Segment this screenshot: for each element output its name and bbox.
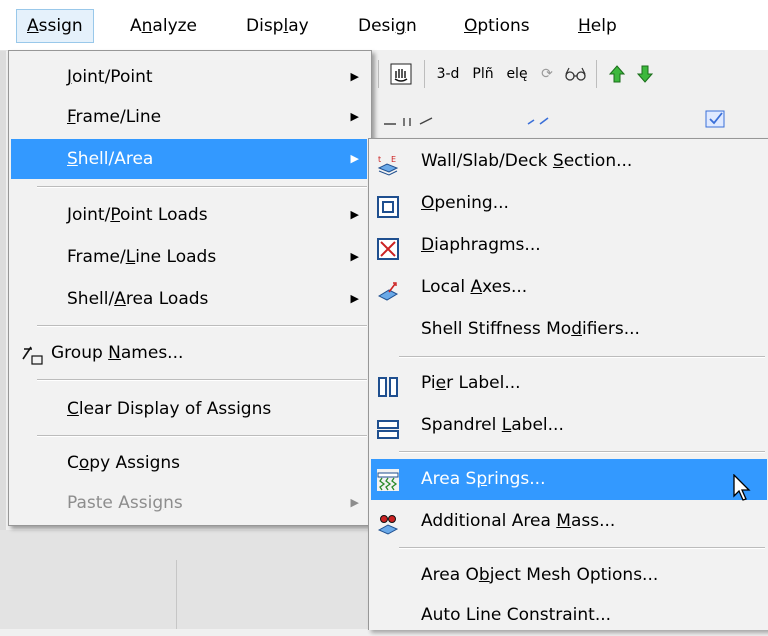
view-plan-button[interactable]: Plñ xyxy=(468,62,498,86)
pier-icon xyxy=(377,373,399,397)
view-elevation-button[interactable]: elę xyxy=(502,62,532,86)
assign-menu: Joint/Point ▶ Frame/Line ▶ Shell/Area ▶ … xyxy=(8,50,372,526)
toolbar-separator xyxy=(378,60,379,88)
shell-area-submenu: tE Wall/Slab/Deck Section... Opening... … xyxy=(368,138,768,630)
spandrel-icon xyxy=(377,415,399,439)
menu-separator xyxy=(37,379,367,381)
menu-item-joint-point[interactable]: Joint/Point ▶ xyxy=(11,57,367,97)
menu-display[interactable]: Display xyxy=(236,10,319,42)
toolbar-separator xyxy=(596,60,597,88)
menu-item-frame-line[interactable]: Frame/Line ▶ xyxy=(11,97,367,137)
menu-analyze[interactable]: Analyze xyxy=(120,10,207,42)
menu-item-group-names[interactable]: Group Names... xyxy=(11,333,367,373)
menu-design[interactable]: Design xyxy=(348,10,427,42)
submenu-arrow-icon: ▶ xyxy=(350,250,359,263)
mass-icon xyxy=(377,511,399,535)
submenu-arrow-icon: ▶ xyxy=(350,496,359,509)
menu-item-frame-line-loads[interactable]: Frame/Line Loads ▶ xyxy=(11,237,367,277)
svg-text:E: E xyxy=(391,155,396,164)
menu-item-wall-slab-deck-section[interactable]: tE Wall/Slab/Deck Section... xyxy=(371,141,767,182)
toolbar-separator xyxy=(424,60,425,88)
menu-item-shell-area[interactable]: Shell/Area ▶ xyxy=(11,139,367,179)
menu-item-area-object-mesh-options[interactable]: Area Object Mesh Options... xyxy=(371,555,767,596)
menu-assign[interactable]: Assign xyxy=(16,9,94,43)
menu-item-auto-line-constraint[interactable]: Auto Line Constraint... xyxy=(371,595,767,636)
menu-item-pier-label[interactable]: Pier Label... xyxy=(371,363,767,404)
toolbar: 3-d Plñ elę ⟳ xyxy=(372,50,768,101)
select-tools-icon[interactable] xyxy=(380,108,440,132)
section-icon: tE xyxy=(377,151,399,176)
submenu-arrow-icon: ▶ xyxy=(350,292,359,305)
menu-separator xyxy=(37,435,367,437)
menu-item-area-springs[interactable]: Area Springs... xyxy=(371,459,767,500)
submenu-arrow-icon: ▶ xyxy=(350,152,359,165)
rotate-icon[interactable]: ⟳ xyxy=(536,62,558,86)
perspective-glasses-icon[interactable] xyxy=(562,62,590,86)
menu-item-opening[interactable]: Opening... xyxy=(371,183,767,224)
menu-item-shell-stiffness-modifiers[interactable]: Shell Stiffness Modifiers... xyxy=(371,309,767,350)
menu-item-diaphragms[interactable]: Diaphragms... xyxy=(371,225,767,266)
menu-separator xyxy=(399,356,765,358)
menu-item-clear-display[interactable]: Clear Display of Assigns xyxy=(11,389,367,429)
local-axes-icon xyxy=(377,277,399,301)
move-down-icon[interactable] xyxy=(634,62,656,86)
springs-icon xyxy=(377,469,399,491)
opening-icon xyxy=(377,193,399,218)
view-3d-button[interactable]: 3-d xyxy=(432,62,464,86)
menu-separator xyxy=(399,547,765,549)
toolbar-row-2 xyxy=(372,100,768,140)
check-tools-icon[interactable] xyxy=(522,108,562,132)
menu-separator xyxy=(399,451,765,453)
submenu-arrow-icon: ▶ xyxy=(350,208,359,221)
submenu-arrow-icon: ▶ xyxy=(350,110,359,123)
menu-options[interactable]: Options xyxy=(454,10,540,42)
diaphragm-icon xyxy=(377,235,399,260)
menu-item-local-axes[interactable]: Local Axes... xyxy=(371,267,767,308)
move-up-icon[interactable] xyxy=(606,62,628,86)
group-names-icon xyxy=(21,342,45,382)
menu-item-paste-assigns: Paste Assigns ▶ xyxy=(11,483,367,523)
menu-item-shell-area-loads[interactable]: Shell/Area Loads ▶ xyxy=(11,279,367,319)
menu-separator xyxy=(37,325,367,327)
checkbox-tool-icon[interactable] xyxy=(702,106,730,130)
menu-item-additional-area-mass[interactable]: Additional Area Mass... xyxy=(371,501,767,542)
submenu-arrow-icon: ▶ xyxy=(350,70,359,83)
workspace-divider xyxy=(176,560,177,629)
menu-item-spandrel-label[interactable]: Spandrel Label... xyxy=(371,405,767,446)
menu-item-joint-point-loads[interactable]: Joint/Point Loads ▶ xyxy=(11,195,367,235)
svg-text:t: t xyxy=(378,155,381,164)
pan-hand-icon[interactable] xyxy=(388,62,414,86)
menu-bar: Assign Analyze Display Design Options He… xyxy=(0,0,768,51)
mouse-pointer-icon xyxy=(733,473,753,507)
menu-separator xyxy=(37,186,367,188)
menu-help[interactable]: Help xyxy=(568,10,627,42)
menu-item-copy-assigns[interactable]: Copy Assigns xyxy=(11,443,367,483)
